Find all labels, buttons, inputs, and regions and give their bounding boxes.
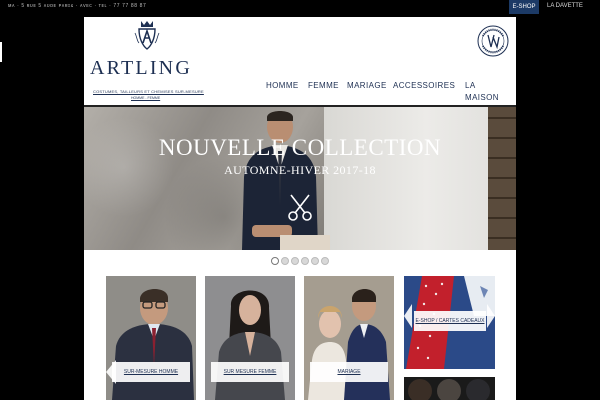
lv-city-guide-seal-icon xyxy=(477,25,509,57)
nav-femme[interactable]: FEMME xyxy=(308,81,339,90)
slider-dot-3[interactable] xyxy=(291,257,299,265)
slider-dot-2[interactable] xyxy=(281,257,289,265)
nav-mariage[interactable]: MARIAGE xyxy=(347,81,387,90)
eshop-button[interactable]: E-SHOP xyxy=(509,0,539,14)
tile-label-femme[interactable]: SUR MESURE FEMME xyxy=(211,362,289,382)
tile-sur-mesure-femme[interactable]: SUR MESURE FEMME xyxy=(205,276,295,400)
hero-ladder xyxy=(488,107,516,250)
nav-homme[interactable]: HOMME xyxy=(266,81,299,90)
slider-dot-1[interactable] xyxy=(271,257,279,265)
hero-backdrop-panel xyxy=(324,107,494,250)
hero-title: NOUVELLE COLLECTION xyxy=(158,135,442,160)
page-container: ARTLING COSTUMES, TAILLEURS ET CHEMISES … xyxy=(84,17,516,400)
site-header: ARTLING COSTUMES, TAILLEURS ET CHEMISES … xyxy=(84,17,516,105)
brand-tagline: COSTUMES, TAILLEURS ET CHEMISES SUR-MESU… xyxy=(93,89,204,94)
tile-eshop[interactable]: E-SHOP / CARTES CADEAUX xyxy=(404,276,495,369)
nav-accessoires[interactable]: ACCESSOIRES xyxy=(393,81,455,90)
tile-sur-mesure-homme[interactable]: SUR-MESURE HOMME xyxy=(106,276,196,400)
scissors-icon xyxy=(288,194,312,221)
hero-slider[interactable]: NOUVELLE COLLECTION AUTOMNE-HIVER 2017-1… xyxy=(84,107,516,250)
side-tab[interactable] xyxy=(0,42,2,62)
slider-dot-6[interactable] xyxy=(321,257,329,265)
hero-model-image xyxy=(242,111,330,250)
tile-label-eshop[interactable]: E-SHOP / CARTES CADEAUX xyxy=(414,311,486,331)
nav-la-maison-line1[interactable]: LA xyxy=(465,81,476,90)
tile-arrow-right-icon xyxy=(487,304,495,328)
brand-crest-icon[interactable] xyxy=(133,19,161,53)
tile-label-homme[interactable]: SUR-MESURE HOMME xyxy=(112,362,190,382)
contact-info: ᴍᴀ · 5 ʀᴜᴇ 5 ᴀᴜᴅᴇ ᴘᴀʀɪꜱ · ᴀᴠᴇᴄ · ᴛᴇʟ · 7… xyxy=(8,3,147,9)
tile-mariage[interactable]: MARIAGE xyxy=(304,276,394,400)
tile-accessoires-image xyxy=(404,377,495,400)
tile-accessoires-preview[interactable] xyxy=(404,377,495,400)
slider-dot-5[interactable] xyxy=(311,257,319,265)
ladavette-link[interactable]: LA DAVETTE xyxy=(547,3,583,9)
brand-logo[interactable]: ARTLING xyxy=(90,57,192,80)
nav-la-maison-line2[interactable]: MAISON xyxy=(465,93,499,102)
tile-label-mariage[interactable]: MARIAGE xyxy=(310,362,388,382)
hero-subtitle: AUTOMNE-HIVER 2017-18 xyxy=(224,163,376,177)
category-tiles: SUR-MESURE HOMME SUR MESURE FEMME MARIAG… xyxy=(84,276,516,400)
top-bar: ᴍᴀ · 5 ʀᴜᴇ 5 ᴀᴜᴅᴇ ᴘᴀʀɪꜱ · ᴀᴠᴇᴄ · ᴛᴇʟ · 7… xyxy=(0,0,600,14)
brand-tagline-sub: HOMME - FEMME xyxy=(131,96,161,100)
slider-dot-4[interactable] xyxy=(301,257,309,265)
tile-arrow-left-icon xyxy=(404,304,412,328)
